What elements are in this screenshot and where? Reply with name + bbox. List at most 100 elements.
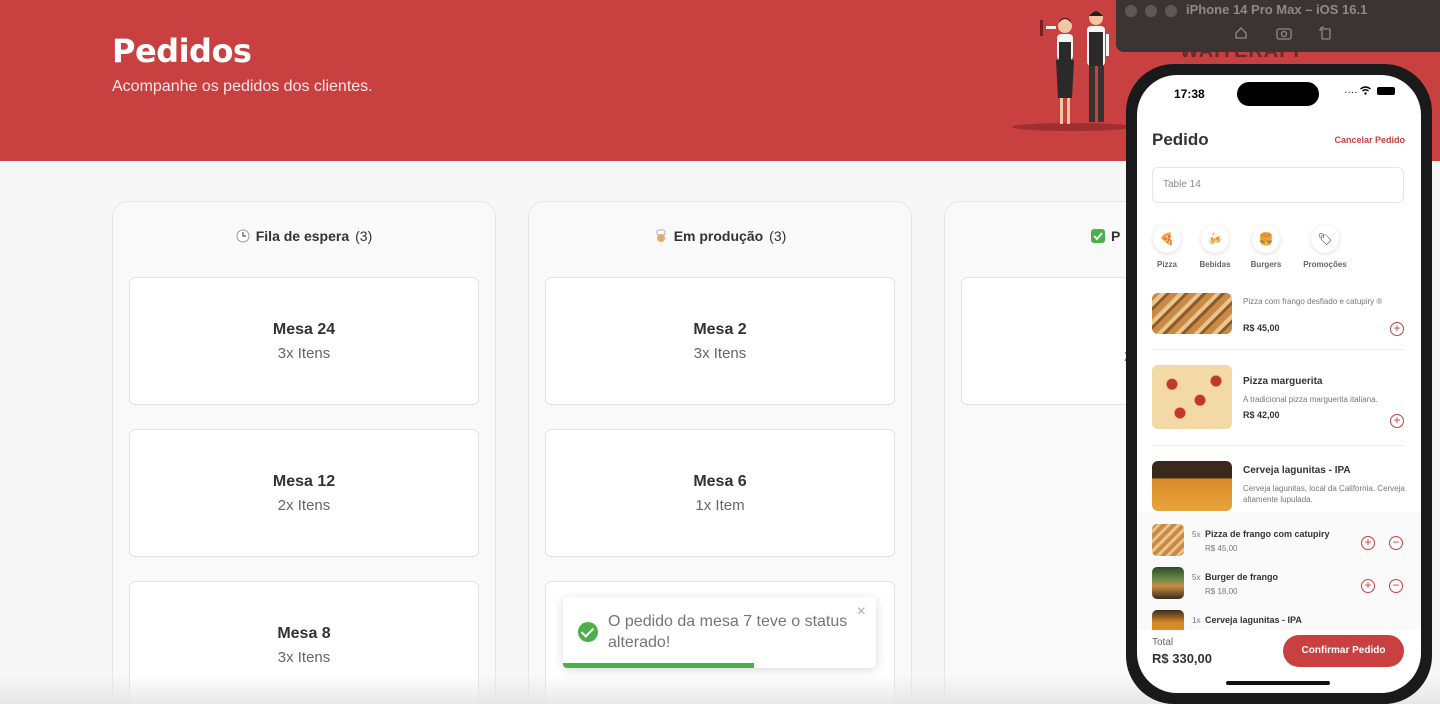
order-items: 1x Item [695, 496, 745, 514]
status-time: 17:38 [1174, 87, 1205, 101]
zoom-window-button[interactable] [1165, 5, 1177, 17]
product-description: A tradicional pizza marguerita italiana. [1243, 395, 1378, 404]
category-promotions[interactable]: 🏷 Promoções [1299, 225, 1351, 269]
phone-screen: 17:38 ···· Pedido Cancelar Pedido Table … [1137, 75, 1421, 693]
product-price: R$ 45,00 [1243, 323, 1280, 333]
battery-icon [1377, 87, 1395, 95]
check-icon [1091, 229, 1105, 243]
order-items: 3x Itens [277, 344, 331, 362]
total-label: Total [1152, 637, 1174, 648]
category-label: Promoções [1303, 260, 1347, 269]
order-card[interactable]: Mesa 24 3x Itens [129, 277, 479, 405]
toast-progress-bar [563, 663, 754, 668]
dynamic-island [1237, 82, 1319, 106]
order-table: Mesa 8 [277, 624, 331, 642]
product-image [1152, 365, 1232, 429]
column-title: Fila de espera [255, 228, 350, 244]
cart-item-image [1152, 567, 1184, 599]
category-label: Bebidas [1199, 260, 1231, 269]
pizza-icon: 🍕 [1153, 225, 1181, 253]
product-name: Pizza marguerita [1243, 376, 1323, 387]
decrease-icon[interactable]: − [1389, 579, 1403, 593]
success-check-icon [578, 622, 598, 642]
increase-icon[interactable]: + [1361, 536, 1375, 550]
cart-item-price: R$ 18,00 [1205, 587, 1238, 596]
product-price: R$ 42,00 [1243, 410, 1280, 420]
minimize-window-button[interactable] [1145, 5, 1157, 17]
tag-icon: 🏷 [1311, 225, 1339, 253]
product-item[interactable]: Pizza com frango desfiado e catupiry ® R… [1152, 293, 1404, 343]
category-pizza[interactable]: 🍕 Pizza [1141, 225, 1193, 269]
order-table: Mesa 2 [693, 320, 747, 338]
signal-icon: ···· [1344, 87, 1358, 98]
page-subtitle: Acompanhe os pedidos dos clientes. [112, 78, 373, 95]
iphone-frame: 17:38 ···· Pedido Cancelar Pedido Table … [1126, 64, 1432, 704]
column-header: Em produção (3) [529, 228, 911, 244]
column-title: Em produção [673, 228, 764, 244]
increase-icon[interactable]: + [1361, 579, 1375, 593]
cart-item-qty: 5x [1192, 573, 1201, 582]
cart-item-name: Cerveja lagunitas - IPA [1205, 615, 1302, 625]
column-header: Fila de espera (3) [113, 228, 495, 244]
product-description: Cerveja lagunitas, local da California. … [1243, 484, 1405, 504]
table-field[interactable]: Table 14 [1152, 167, 1404, 203]
home-indicator [1226, 681, 1330, 685]
order-table: Mesa 12 [272, 472, 336, 490]
cart-item: 5x Pizza de frango com catupiry R$ 45,00… [1152, 524, 1404, 556]
cart-item: 5x Burger de frango R$ 18,00 + − [1152, 567, 1404, 599]
simulator-title: iPhone 14 Pro Max – iOS 16.1 [1186, 2, 1368, 17]
category-label: Pizza [1156, 260, 1177, 269]
column-count: (3) [355, 228, 373, 244]
column-waiting: Fila de espera (3) Mesa 24 3x Itens Mesa … [112, 201, 496, 704]
category-burgers[interactable]: 🍔 Burgers [1240, 225, 1292, 269]
burger-icon: 🍔 [1252, 225, 1280, 253]
category-label: Burgers [1250, 260, 1282, 269]
add-icon[interactable]: + [1390, 322, 1404, 336]
column-count: (3) [769, 228, 787, 244]
rotate-icon[interactable] [1318, 26, 1332, 40]
wifi-icon [1360, 86, 1372, 95]
confirm-order-button[interactable]: Confirmar Pedido [1283, 635, 1404, 667]
cart-item-image [1152, 610, 1184, 630]
decrease-icon[interactable]: − [1389, 536, 1403, 550]
product-item[interactable]: Cerveja lagunitas - IPA Cerveja lagunita… [1152, 461, 1405, 511]
product-item[interactable]: Pizza marguerita A tradicional pizza mar… [1152, 365, 1404, 429]
cart-item-qty: 5x [1192, 530, 1201, 539]
total-value: R$ 330,00 [1152, 651, 1212, 666]
order-card[interactable]: Mesa 2 3x Itens [545, 277, 895, 405]
screenshot-icon[interactable] [1276, 26, 1292, 40]
status-toast: O pedido da mesa 7 teve o status alterad… [563, 597, 876, 668]
product-name: Cerveja lagunitas - IPA [1243, 465, 1351, 476]
product-image [1152, 461, 1232, 511]
order-items: 2x Itens [277, 496, 331, 514]
cart-item-price: R$ 45,00 [1205, 544, 1238, 553]
close-icon[interactable]: × [857, 603, 866, 621]
divider [1152, 445, 1404, 446]
divider [1152, 349, 1404, 350]
simulator-titlebar: iPhone 14 Pro Max – iOS 16.1 [1116, 0, 1440, 52]
order-title: Pedido [1152, 130, 1209, 149]
status-icons: ···· [1344, 86, 1395, 98]
close-window-button[interactable] [1125, 5, 1137, 17]
order-items: 3x Itens [693, 344, 747, 362]
toast-message: O pedido da mesa 7 teve o status alterad… [608, 613, 848, 651]
order-table: Mesa 6 [693, 472, 747, 490]
order-card[interactable]: Mesa 6 1x Item [545, 429, 895, 557]
order-items: 3x Itens [277, 648, 331, 666]
order-card[interactable]: Mesa 12 2x Itens [129, 429, 479, 557]
cancel-order-button[interactable]: Cancelar Pedido [1334, 135, 1405, 145]
cart-item-name: Pizza de frango com catupiry [1205, 529, 1330, 539]
drinks-icon: 🍻 [1201, 225, 1229, 253]
product-description: Pizza com frango desfiado e catupiry ® [1243, 297, 1383, 306]
cart-list: 5x Pizza de frango com catupiry R$ 45,00… [1137, 512, 1421, 630]
page-title: Pedidos [112, 32, 252, 70]
order-table: Mesa 24 [272, 320, 336, 338]
clock-icon [236, 229, 250, 243]
product-image [1152, 293, 1232, 334]
cart-item-name: Burger de frango [1205, 572, 1279, 582]
cart-item: 1x Cerveja lagunitas - IPA [1152, 610, 1404, 630]
add-icon[interactable]: + [1390, 414, 1404, 428]
home-icon[interactable] [1234, 26, 1248, 40]
category-drinks[interactable]: 🍻 Bebidas [1189, 225, 1241, 269]
cart-item-qty: 1x [1192, 616, 1201, 625]
